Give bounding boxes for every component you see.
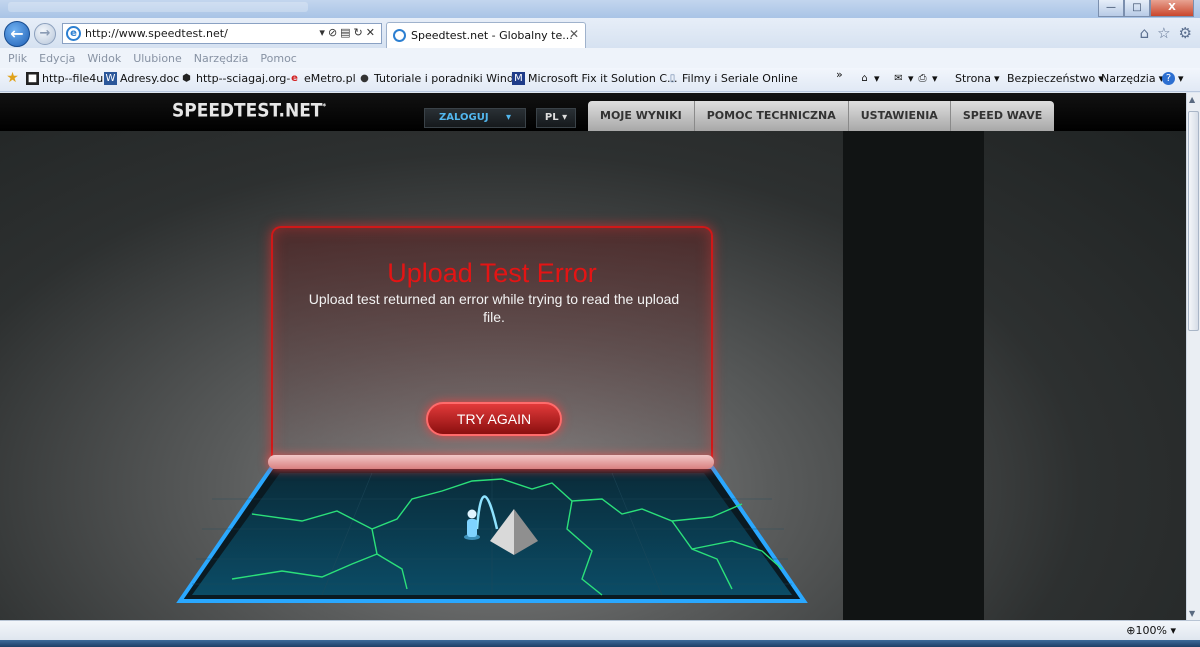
- menu-narzedzia[interactable]: Narzędzia: [194, 52, 249, 65]
- scroll-thumb[interactable]: [1188, 111, 1199, 331]
- star-icon: ★: [6, 70, 19, 86]
- ie-tab-icon: [393, 29, 406, 42]
- nav-moje-wyniki[interactable]: MOJE WYNIKI: [588, 101, 695, 131]
- cmd-help[interactable]: ? ▾: [1162, 72, 1184, 85]
- error-dialog: Upload Test Error Upload test returned a…: [271, 226, 713, 466]
- language-dropdown[interactable]: PL ▾: [536, 108, 576, 128]
- emetro-icon: e: [291, 73, 298, 84]
- cmd-label: Bezpieczeństwo: [1007, 72, 1096, 85]
- favorites-bar: ★ ■ http--file4u W Adresy.doc ⬢ http--sciag…: [0, 68, 1200, 92]
- fav-label: Filmy i Seriale Online: [682, 72, 798, 85]
- speedtest-header: SPEEDTEST.NET* ZALOGUJ ▾ PL ▾ MOJE WYNIK…: [0, 93, 1186, 131]
- close-button[interactable]: X: [1150, 0, 1194, 17]
- fav-label: Microsoft Fix it Solution C...: [528, 72, 678, 85]
- tutorial-icon: ●: [360, 73, 369, 84]
- logo-text: SPEEDTEST.NET: [172, 100, 323, 122]
- cmd-home[interactable]: ⌂ ▾: [858, 72, 879, 85]
- zoom-icon: ⊕: [1126, 624, 1136, 637]
- scroll-up-icon[interactable]: ▲: [1189, 95, 1195, 104]
- ie-page-icon: e: [66, 26, 81, 41]
- address-bar[interactable]: e http://www.speedtest.net/ ▾⊘▤↻✕: [62, 23, 382, 44]
- fav-item-adresy[interactable]: W Adresy.doc: [104, 72, 179, 85]
- overflow-chevron-icon: »: [836, 68, 843, 81]
- word-doc-icon: W: [104, 72, 117, 85]
- try-again-button[interactable]: TRY AGAIN: [426, 402, 562, 436]
- browser-right-icons: ⌂ ☆ ⚙: [1140, 24, 1192, 42]
- cmd-strona[interactable]: Strona ▾: [955, 72, 1000, 85]
- fav-label: eMetro.pl: [304, 72, 356, 85]
- window-controls: — □ X: [1098, 0, 1194, 17]
- speedtest-nav: MOJE WYNIKI POMOC TECHNICZNA USTAWIENIA …: [588, 101, 1055, 131]
- help-icon: ?: [1162, 72, 1175, 85]
- menu-edycja[interactable]: Edycja: [39, 52, 75, 65]
- nav-pomoc-techniczna[interactable]: POMOC TECHNICZNA: [694, 101, 849, 131]
- ad-side-panel: [843, 131, 984, 620]
- menu-ulubione[interactable]: Ulubione: [133, 52, 182, 65]
- fav-item-emetro[interactable]: e eMetro.pl: [288, 72, 356, 85]
- print-icon: ⎙: [918, 73, 927, 84]
- back-button[interactable]: ←: [4, 21, 30, 47]
- menu-bar: Plik Edycja Widok Ulubione Narzędzia Pom…: [0, 48, 1200, 68]
- error-panel-base: [268, 455, 714, 469]
- tab-title: Speedtest.net - Globalny te...: [411, 29, 573, 42]
- address-tools[interactable]: ▾⊘▤↻✕: [319, 26, 378, 39]
- error-title: Upload Test Error: [387, 258, 597, 288]
- logo-mark: *: [322, 102, 327, 112]
- home-icon: ⌂: [861, 73, 868, 84]
- fav-item-file4u[interactable]: ■ http--file4u: [26, 72, 103, 85]
- cmd-bezpieczenstwo[interactable]: Bezpieczeństwo ▾: [1007, 72, 1104, 85]
- cmd-feeds[interactable]: ✉ ▾: [892, 72, 913, 85]
- status-bar: ⊕100% ▾: [0, 620, 1200, 640]
- page-icon: ▯: [669, 73, 676, 84]
- cmd-print[interactable]: ⎙ ▾: [916, 72, 938, 85]
- file4u-icon: ■: [26, 72, 39, 85]
- fav-label: http--sciagaj.org-: [196, 72, 291, 85]
- scroll-down-icon[interactable]: ▼: [1189, 609, 1195, 618]
- nav-speed-wave[interactable]: SPEED WAVE: [950, 101, 1055, 131]
- fav-item-fixit[interactable]: M Microsoft Fix it Solution C...: [512, 72, 678, 85]
- address-row: ← → e http://www.speedtest.net/ ▾⊘▤↻✕ Sp…: [0, 18, 1200, 48]
- tab-close-icon[interactable]: ✕: [569, 27, 579, 41]
- page-content: SPEEDTEST.NET* ZALOGUJ ▾ PL ▾ MOJE WYNIK…: [0, 93, 1186, 620]
- cmd-label: Strona: [955, 72, 992, 85]
- zoom-level: 100%: [1135, 624, 1167, 637]
- maximize-button[interactable]: □: [1124, 0, 1150, 17]
- cmd-label: Narzędzia: [1101, 72, 1156, 85]
- windows-taskbar: [0, 640, 1200, 647]
- vertical-scrollbar[interactable]: ▲ ▼: [1186, 93, 1200, 620]
- zoom-control[interactable]: ⊕100% ▾: [1126, 624, 1176, 637]
- fav-label: http--file4u: [42, 72, 104, 85]
- minimize-button[interactable]: —: [1098, 0, 1124, 17]
- gear-icon[interactable]: ⚙: [1179, 24, 1192, 42]
- map-platform: [176, 465, 808, 603]
- error-message: Upload test returned an error while tryi…: [308, 291, 680, 325]
- tab-speedtest[interactable]: Speedtest.net - Globalny te... ✕: [386, 22, 586, 48]
- speedtest-logo[interactable]: SPEEDTEST.NET*: [172, 100, 326, 122]
- nav-ustawienia[interactable]: USTAWIENIA: [848, 101, 951, 131]
- menu-widok[interactable]: Widok: [87, 52, 121, 65]
- login-label: ZALOGUJ: [439, 112, 489, 123]
- language-label: PL: [544, 112, 559, 123]
- menu-plik[interactable]: Plik: [8, 52, 27, 65]
- window-titlebar: — □ X: [0, 0, 1200, 18]
- favorites-star-icon[interactable]: ☆: [1157, 24, 1170, 42]
- fav-label: Tutoriale i poradniki Wind...: [374, 72, 525, 85]
- menu-pomoc[interactable]: Pomoc: [260, 52, 296, 65]
- fav-label: Adresy.doc: [120, 72, 180, 85]
- home-icon[interactable]: ⌂: [1140, 24, 1150, 42]
- fixit-icon: M: [512, 72, 525, 85]
- cmd-narzedzia[interactable]: Narzędzia▾: [1101, 72, 1164, 85]
- fav-item-filmy[interactable]: ▯ Filmy i Seriale Online: [666, 72, 798, 85]
- address-url[interactable]: http://www.speedtest.net/: [85, 27, 228, 40]
- sciagaj-icon: ⬢: [182, 73, 191, 84]
- fav-item-sciagaj[interactable]: ⬢ http--sciagaj.org-: [180, 72, 290, 85]
- login-dropdown[interactable]: ZALOGUJ ▾: [424, 108, 526, 128]
- favorites-overflow[interactable]: »: [836, 68, 843, 81]
- fav-item-tutoriale[interactable]: ● Tutoriale i poradniki Wind...: [358, 72, 524, 85]
- forward-button[interactable]: →: [34, 23, 56, 45]
- mail-icon: ✉: [894, 73, 903, 84]
- favorites-star[interactable]: ★: [6, 70, 19, 86]
- title-text-ghost: [8, 2, 308, 12]
